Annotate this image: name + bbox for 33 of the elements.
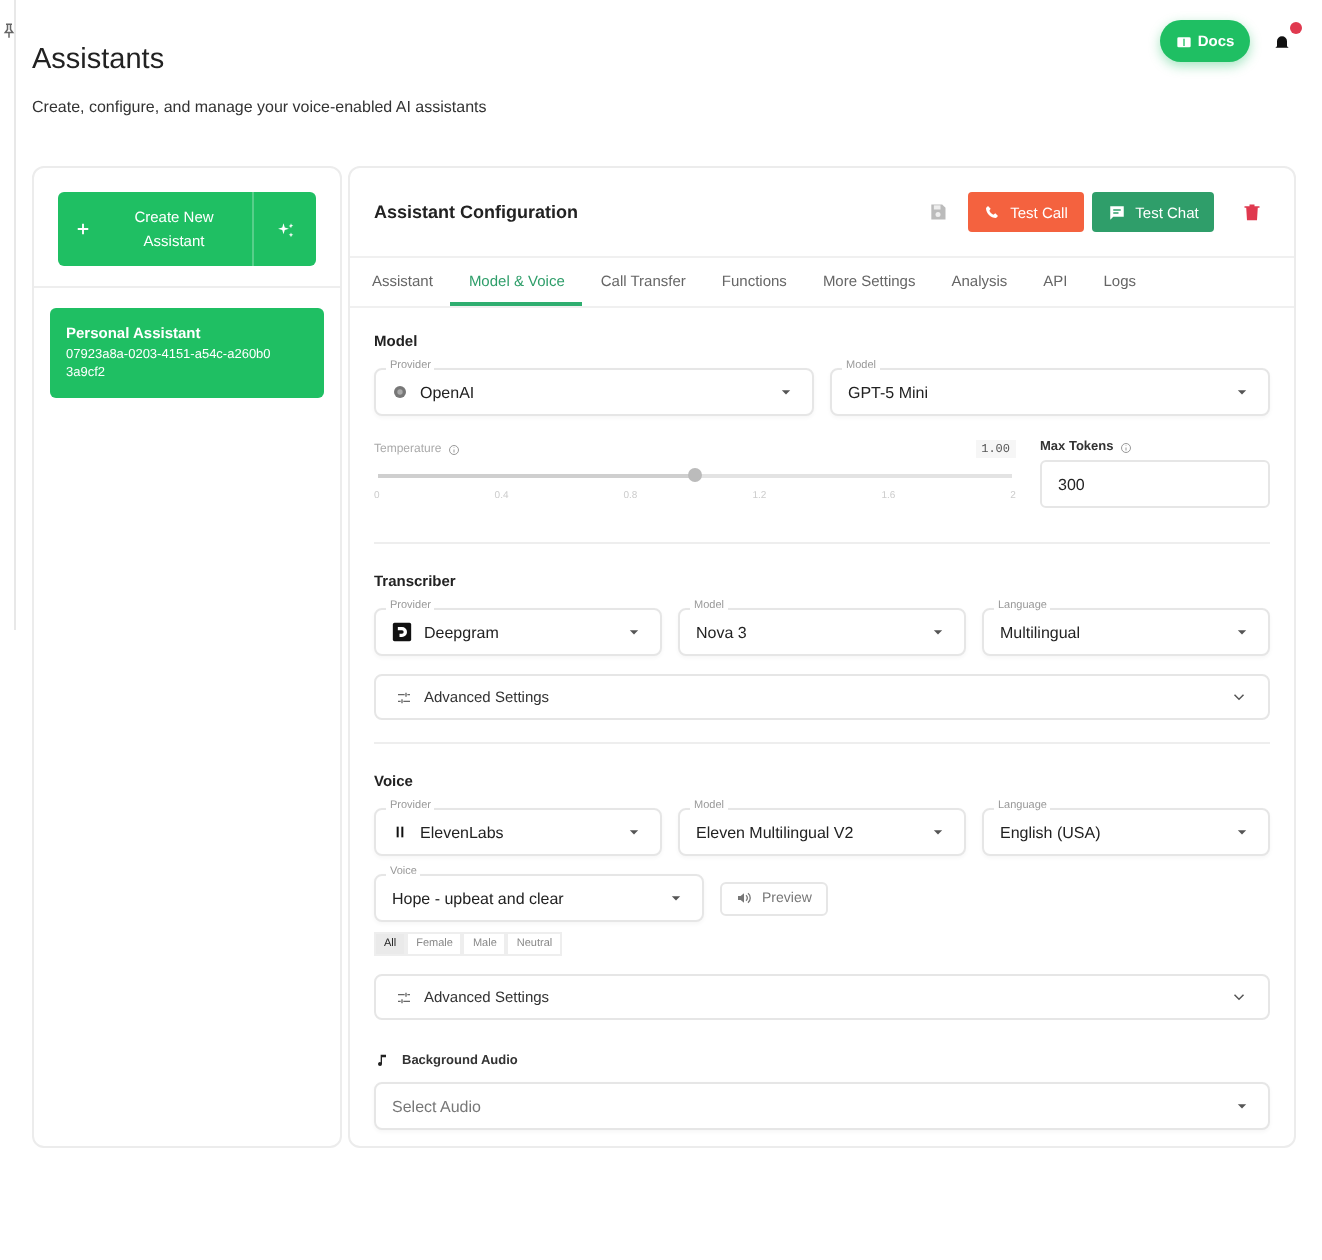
provider-dropdown[interactable]: Deepgram [374,608,662,656]
language-dropdown[interactable]: English (USA) [982,808,1270,856]
sparkle-icon [275,219,295,239]
music-note-icon [374,1052,390,1068]
model-dropdown[interactable]: Nova 3 [678,608,966,656]
bell-icon[interactable] [1272,32,1292,52]
max-tokens-input[interactable]: 300 [1040,460,1270,508]
square-logo-icon [392,622,412,642]
audio-dropdown[interactable]: Select Audio [374,1082,1270,1130]
speaker-icon [736,890,752,906]
sliders-icon [396,989,412,1005]
bars-logo-icon [392,824,408,840]
panel-title: Assistant Configuration [374,202,581,222]
sliders-icon [396,689,412,705]
trash-icon[interactable] [1242,202,1262,222]
phone-icon [984,204,1001,220]
plus-icon [74,220,92,238]
chat-icon [1107,203,1126,221]
voice-dropdown[interactable]: Hope - upbeat and clear [374,874,704,922]
pin-icon [0,22,18,40]
page-title: Assistants [32,42,165,80]
book-icon [1175,33,1192,49]
circle-logo-icon [392,384,408,400]
info-icon [1119,441,1132,453]
save-icon[interactable] [928,202,948,222]
slider-thumb[interactable] [688,468,702,482]
model-dropdown[interactable]: GPT-5 Mini [830,368,1270,416]
provider-dropdown[interactable]: ElevenLabs [374,808,662,856]
page-subtitle: Create, configure, and manage your voice-enabled AI assistants [32,98,487,116]
language-dropdown[interactable]: Multilingual [982,608,1270,656]
provider-dropdown[interactable]: OpenAI [374,368,814,416]
model-dropdown[interactable]: Eleven Multilingual V2 [678,808,966,856]
info-icon [447,443,460,455]
